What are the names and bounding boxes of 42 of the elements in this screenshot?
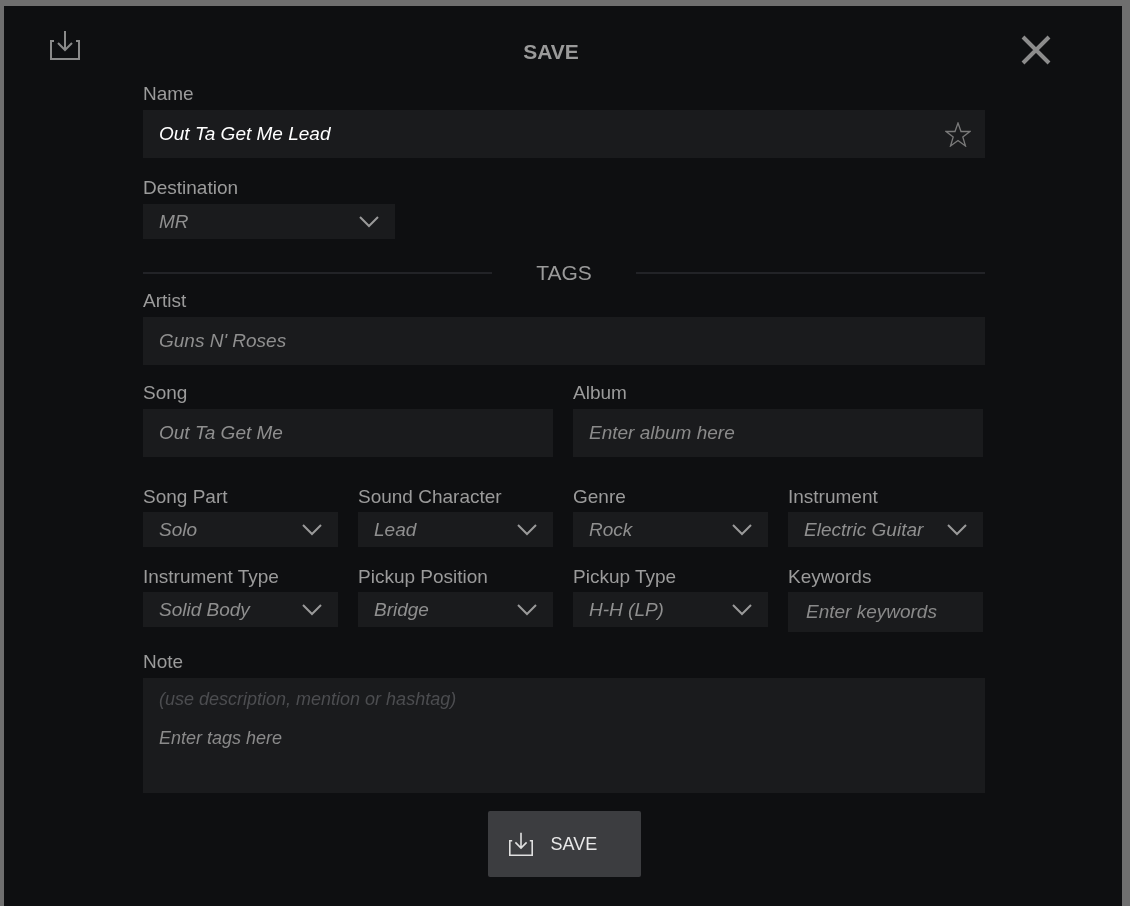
download-icon (508, 832, 533, 856)
dialog-title: SAVE (523, 40, 579, 64)
dropdown[interactable]: Lead (358, 512, 553, 547)
album-field[interactable]: Enter album here (573, 409, 983, 457)
field-label: Song Part (143, 487, 229, 507)
artist-field[interactable]: Guns N' Roses (143, 317, 985, 365)
chevron-down-icon (732, 523, 752, 536)
field-label: Keywords (788, 567, 873, 587)
field-label: Destination (143, 178, 240, 198)
chevron-down-icon (517, 603, 537, 616)
destination-dropdown[interactable]: MR (143, 204, 395, 239)
song-field[interactable]: Out Ta Get Me (143, 409, 553, 457)
input-field[interactable]: Enter keywords (788, 592, 983, 632)
chevron-down-icon (732, 603, 752, 616)
download-icon[interactable] (50, 30, 80, 60)
save-button[interactable]: SAVE (487, 811, 641, 877)
dropdown[interactable]: Solid Body (143, 592, 338, 627)
section-heading: TAGS (536, 261, 592, 285)
close-button[interactable] (1020, 34, 1052, 66)
field-label: Instrument Type (143, 567, 280, 587)
chevron-down-icon (359, 215, 379, 228)
chevron-down-icon (302, 523, 322, 536)
chevron-down-icon (302, 603, 322, 616)
dropdown[interactable]: H-H (LP) (573, 592, 768, 627)
dropdown[interactable]: Bridge (358, 592, 553, 627)
chevron-down-icon (947, 523, 967, 536)
star-icon[interactable] (945, 122, 971, 147)
dropdown[interactable]: Electric Guitar (788, 512, 983, 547)
field-label: Instrument (788, 487, 879, 507)
name-field[interactable]: Out Ta Get Me Lead (143, 110, 985, 158)
field-label: Sound Character (358, 487, 503, 507)
field-label: Pickup Position (358, 567, 489, 587)
field-label: Genre (573, 487, 627, 507)
field-label: Album (573, 383, 628, 403)
field-label: Artist (143, 291, 188, 311)
field-label: Song (143, 383, 189, 403)
field-label: Note (143, 652, 185, 672)
dropdown[interactable]: Rock (573, 512, 768, 547)
field-label: Name (143, 84, 195, 104)
dropdown[interactable]: Solo (143, 512, 338, 547)
field-label: Pickup Type (573, 567, 678, 587)
chevron-down-icon (517, 523, 537, 536)
